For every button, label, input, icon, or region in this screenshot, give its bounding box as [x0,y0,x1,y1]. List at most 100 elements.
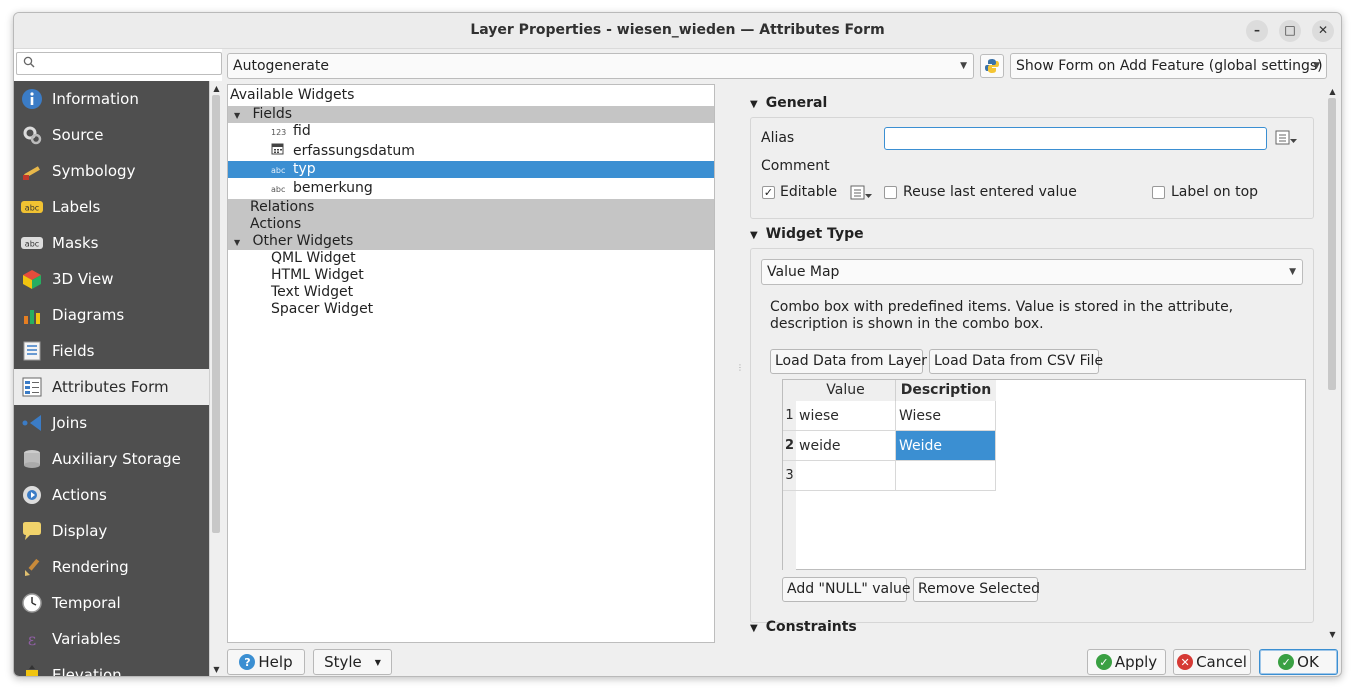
table-cell-value[interactable]: weide [796,431,896,461]
sidebar-item-label: Actions [52,486,107,504]
tree-field-fid[interactable]: 123 fid [271,123,311,140]
table-cell-description[interactable] [896,461,996,491]
sidebar-item-label: Variables [52,630,121,648]
expand-arrow-icon[interactable]: ▼ [234,107,244,124]
table-cell-value[interactable]: wiese [796,401,896,431]
sidebar-item-variables[interactable]: ε Variables [14,621,209,657]
sidebar-item-actions[interactable]: Actions [14,477,209,513]
style-button[interactable]: Style ▼ [313,649,392,675]
widget-type-section-header[interactable]: ▼ Widget Type [750,226,864,242]
scroll-down-arrow-icon[interactable]: ▼ [212,665,221,674]
sidebar-item-label: Diagrams [52,306,125,324]
close-button[interactable]: ✕ [1312,20,1334,42]
layout-mode-value: Autogenerate [233,58,329,74]
sidebar-item-masks[interactable]: abc Masks [14,225,209,261]
tree-group-other-widgets[interactable]: ▼ Other Widgets [228,233,714,250]
scroll-down-arrow-icon[interactable]: ▼ [1328,630,1337,639]
table-cell-description[interactable]: Wiese [896,401,996,431]
sidebar-item-3d-view[interactable]: 3D View [14,261,209,297]
sidebar-item-diagrams[interactable]: Diagrams [14,297,209,333]
sidebar-item-label: Labels [52,198,101,216]
collapse-arrow-icon[interactable]: ▼ [750,230,758,241]
minimize-button[interactable]: – [1246,20,1268,42]
sidebar-item-auxiliary-storage[interactable]: Auxiliary Storage [14,441,209,477]
table-cell-value[interactable] [796,461,896,491]
sidebar-item-label: Information [52,90,139,108]
config-panel-scrollbar[interactable]: ▲ ▼ [1326,84,1339,644]
3d-view-icon [20,267,44,291]
apply-button[interactable]: ✓ Apply [1087,649,1166,675]
widget-config-panel: ▼ General Alias Comment ✓ Editable Reuse … [738,84,1326,644]
sidebar-item-joins[interactable]: Joins [14,405,209,441]
widget-type-select[interactable]: Value Map ▼ [761,259,1303,285]
ok-button[interactable]: ✓ OK [1259,649,1338,675]
sidebar-item-display[interactable]: Display [14,513,209,549]
config-scroll-thumb[interactable] [1328,98,1336,390]
comment-label: Comment [761,158,830,174]
sidebar-item-attributes-form[interactable]: Attributes Form [14,369,209,405]
tree-field-erfassungsdatum[interactable]: erfassungsdatum [271,142,415,159]
sidebar-item-information[interactable]: Information [14,81,209,117]
reuse-last-value-checkbox[interactable] [884,186,897,199]
search-input[interactable] [41,53,211,73]
editable-checkbox[interactable]: ✓ [762,186,775,199]
scroll-up-arrow-icon[interactable]: ▲ [1328,87,1337,96]
table-cell-description-selected[interactable]: Weide [896,431,996,461]
cancel-icon: ✕ [1177,654,1194,670]
tree-group-fields[interactable]: ▼ Fields [228,106,714,123]
remove-selected-button[interactable]: Remove Selected [913,577,1040,602]
sidebar-scroll-thumb[interactable] [212,95,220,533]
help-button[interactable]: ? Help [227,649,305,675]
sidebar-item-label: Rendering [52,558,129,576]
tree-group-actions[interactable]: Actions [228,216,714,233]
alias-input[interactable] [884,127,1267,150]
tree-group-relations[interactable]: Relations [228,199,714,216]
auxiliary-storage-icon [20,447,44,471]
table-corner [783,380,796,401]
sidebar-item-elevation[interactable]: Elevation [14,657,209,676]
layout-mode-select[interactable]: Autogenerate ▼ [227,53,974,79]
label-on-top-checkbox[interactable] [1152,186,1165,199]
constraints-section-header[interactable]: ▼ Constraints [750,619,857,635]
svg-text:ε: ε [28,630,36,649]
diagrams-icon [20,303,44,327]
reuse-last-value-label: Reuse last entered value [903,184,1077,200]
sidebar-item-temporal[interactable]: Temporal [14,585,209,621]
column-header-description[interactable]: Description [896,380,996,401]
general-section-header[interactable]: ▼ General [750,95,827,111]
python-init-button[interactable] [980,54,1004,78]
column-header-value[interactable]: Value [796,380,896,401]
expand-arrow-icon[interactable]: ▼ [234,234,244,251]
load-data-from-csv-button[interactable]: Load Data from CSV File [929,349,1103,374]
tree-field-typ[interactable]: abc typ [228,161,714,178]
add-null-value-button[interactable]: Add "NULL" value [782,577,910,602]
collapse-arrow-icon[interactable]: ▼ [750,623,758,634]
sidebar-item-label: Auxiliary Storage [52,450,181,468]
tree-item-qml-widget[interactable]: QML Widget [271,250,356,267]
load-data-from-layer-button[interactable]: Load Data from Layer [770,349,927,374]
collapse-arrow-icon[interactable]: ▼ [750,99,758,110]
sidebar-item-source[interactable]: Source [14,117,209,153]
integer-type-icon: 123 [271,128,287,137]
tree-header: Available Widgets [230,87,355,103]
tree-field-bemerkung[interactable]: abc bemerkung [271,180,373,197]
show-form-select[interactable]: Show Form on Add Feature (global setting… [1010,53,1327,79]
tree-item-html-widget[interactable]: HTML Widget [271,267,364,284]
cancel-button[interactable]: ✕ Cancel [1173,649,1251,675]
expression-menu-icon[interactable] [1275,129,1299,151]
tree-item-spacer-widget[interactable]: Spacer Widget [271,301,373,318]
editable-expression-icon[interactable] [850,184,874,206]
maximize-button[interactable]: □ [1279,20,1301,42]
sidebar-item-rendering[interactable]: Rendering [14,549,209,585]
sidebar-scrollbar[interactable]: ▲ ▼ [209,81,222,676]
chevron-down-icon: ▼ [374,657,381,667]
sidebar-item-fields[interactable]: Fields [14,333,209,369]
help-icon: ? [239,654,256,670]
search-box[interactable] [16,52,222,75]
check-icon: ✓ [1278,654,1295,670]
tree-item-text-widget[interactable]: Text Widget [271,284,353,301]
scroll-up-arrow-icon[interactable]: ▲ [212,84,221,93]
sidebar-item-symbology[interactable]: Symbology [14,153,209,189]
string-type-icon: abc [271,166,286,175]
sidebar-item-labels[interactable]: abc Labels [14,189,209,225]
